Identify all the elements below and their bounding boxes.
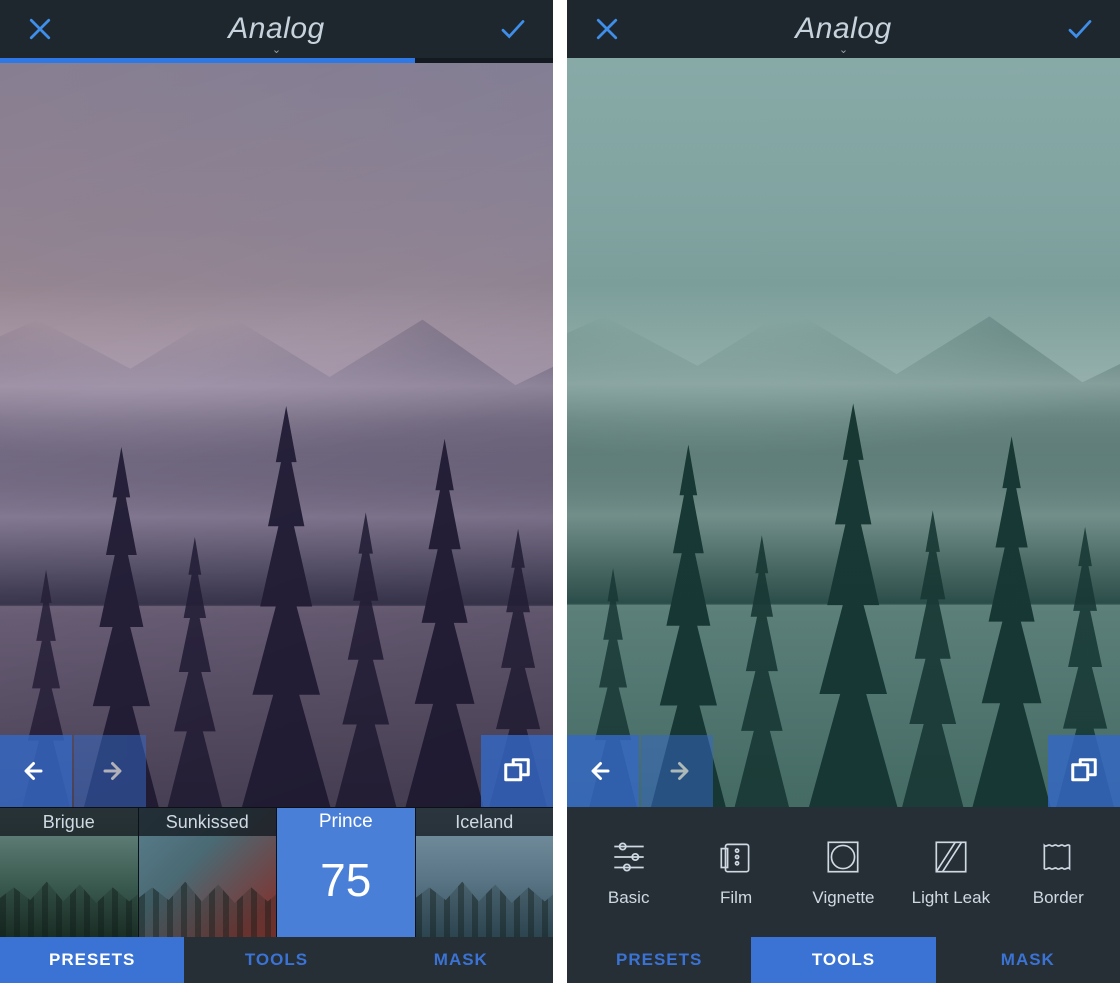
- preset-sunkissed[interactable]: Sunkissed: [139, 808, 278, 937]
- confirm-button[interactable]: [1062, 11, 1098, 47]
- header-title: Analog: [567, 12, 1120, 46]
- canvas-action-bar: [0, 735, 553, 807]
- arrow-right-icon: [95, 756, 125, 786]
- tool-border[interactable]: Border: [1011, 836, 1105, 908]
- header: Analog ⌄: [0, 0, 553, 58]
- vignette-icon: [822, 836, 864, 878]
- tool-strip: Basic Film Vignette Light Leak Border: [567, 807, 1120, 937]
- arrow-left-icon: [21, 756, 51, 786]
- cancel-button[interactable]: [22, 11, 58, 47]
- preset-prince[interactable]: Prince 75: [277, 808, 416, 937]
- preset-strip: Brigue Sunkissed Prince 75 Iceland: [0, 807, 553, 937]
- tool-light-leak[interactable]: Light Leak: [904, 836, 998, 908]
- tab-presets[interactable]: PRESETS: [0, 937, 184, 983]
- tool-label: Basic: [608, 888, 650, 908]
- tool-label: Light Leak: [912, 888, 990, 908]
- sliders-icon: [608, 836, 650, 878]
- film-icon: [715, 836, 757, 878]
- undo-button[interactable]: [567, 735, 639, 807]
- tool-label: Border: [1033, 888, 1084, 908]
- tool-label: Film: [720, 888, 752, 908]
- tab-mask[interactable]: MASK: [936, 937, 1120, 983]
- tool-vignette[interactable]: Vignette: [796, 836, 890, 908]
- tab-mask[interactable]: MASK: [369, 937, 553, 983]
- preset-label: Sunkissed: [139, 808, 277, 836]
- check-icon: [498, 14, 528, 44]
- screen-presets: Analog ⌄: [0, 0, 553, 983]
- tool-label: Vignette: [812, 888, 874, 908]
- arrow-left-icon: [588, 756, 618, 786]
- tool-basic[interactable]: Basic: [582, 836, 676, 908]
- screen-tools: Analog ⌄: [567, 0, 1120, 983]
- preset-label: Prince: [277, 808, 415, 836]
- bottom-tabs: PRESETS TOOLS MASK: [0, 937, 553, 983]
- photo-content: [0, 63, 553, 807]
- tab-presets[interactable]: PRESETS: [567, 937, 751, 983]
- light-leak-icon: [930, 836, 972, 878]
- photo-canvas[interactable]: [0, 63, 553, 807]
- chevron-down-icon: ⌄: [839, 43, 848, 56]
- undo-button[interactable]: [0, 735, 72, 807]
- border-icon: [1037, 836, 1079, 878]
- bottom-tabs: PRESETS TOOLS MASK: [567, 937, 1120, 983]
- preset-iceland[interactable]: Iceland: [416, 808, 554, 937]
- header: Analog ⌄: [567, 0, 1120, 58]
- arrow-right-icon: [662, 756, 692, 786]
- compare-button[interactable]: [481, 735, 553, 807]
- compare-icon: [1069, 756, 1099, 786]
- x-icon: [25, 14, 55, 44]
- canvas-action-bar: [567, 735, 1120, 807]
- compare-icon: [502, 756, 532, 786]
- photo-canvas[interactable]: [567, 58, 1120, 807]
- redo-button[interactable]: [74, 735, 146, 807]
- tab-tools[interactable]: TOOLS: [751, 937, 935, 983]
- preset-label: Iceland: [416, 808, 554, 836]
- tool-film[interactable]: Film: [689, 836, 783, 908]
- redo-button[interactable]: [641, 735, 713, 807]
- photo-content: [567, 58, 1120, 807]
- preset-label: Brigue: [0, 808, 138, 836]
- header-title: Analog: [0, 12, 553, 46]
- preset-brigue[interactable]: Brigue: [0, 808, 139, 937]
- x-icon: [592, 14, 622, 44]
- cancel-button[interactable]: [589, 11, 625, 47]
- chevron-down-icon: ⌄: [272, 43, 281, 56]
- tab-tools[interactable]: TOOLS: [184, 937, 368, 983]
- confirm-button[interactable]: [495, 11, 531, 47]
- compare-button[interactable]: [1048, 735, 1120, 807]
- check-icon: [1065, 14, 1095, 44]
